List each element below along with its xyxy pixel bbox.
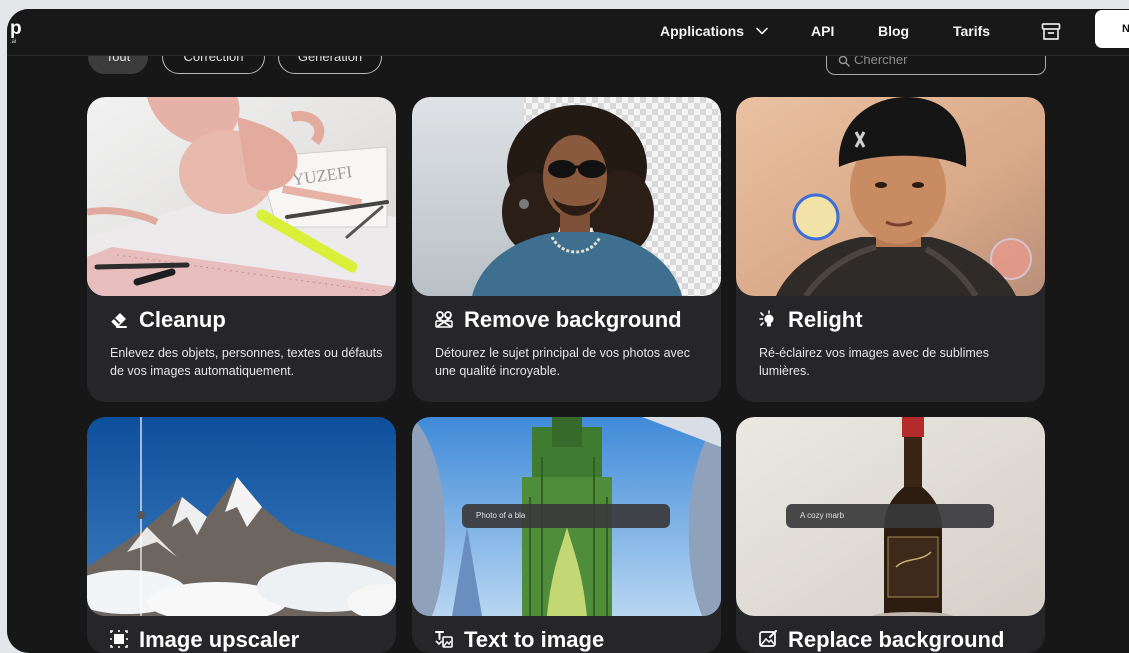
card-title-text: Cleanup — [139, 307, 226, 332]
text-to-image-icon — [435, 631, 453, 648]
card-title: Image upscaler — [109, 627, 299, 653]
card-title: Replace background — [758, 627, 1004, 653]
tool-card-relight[interactable]: Relight Ré-éclairez vos images avec de s… — [736, 97, 1045, 402]
upscale-icon — [110, 630, 128, 649]
relight-thumbnail — [736, 97, 1045, 296]
tool-card-text-to-image[interactable]: Photo of a bla Text to image — [412, 417, 721, 653]
card-description: Ré-éclairez vos images avec de sublimes … — [759, 346, 989, 378]
replace-background-thumbnail: A cozy marb — [736, 417, 1045, 616]
card-title: Text to image — [434, 627, 604, 653]
prompt-input-preview: Photo of a bla — [462, 504, 670, 528]
tool-card-image-upscaler[interactable]: Image upscaler — [87, 417, 396, 653]
top-navigation: p .ai Applications API Blog Tarifs N — [7, 9, 1129, 56]
archive-icon[interactable] — [1040, 21, 1062, 43]
prompt-input-preview: A cozy marb — [786, 504, 994, 528]
applications-label: Applications — [660, 23, 745, 39]
relight-bulb-icon — [759, 310, 774, 327]
card-description: Détourez le sujet principal de vos photo… — [435, 346, 691, 378]
card-title-text: Replace background — [788, 627, 1005, 652]
chevron-down-icon — [756, 27, 768, 35]
tarifs-link[interactable]: Tarifs — [953, 23, 990, 39]
card-title-text: Relight — [788, 307, 863, 332]
image-upscaler-thumbnail — [87, 417, 396, 616]
card-title-text: Text to image — [464, 627, 605, 652]
api-link[interactable]: API — [811, 23, 834, 39]
remove-background-icon — [435, 311, 453, 328]
blog-link[interactable]: Blog — [878, 23, 909, 39]
app-frame: p .ai Applications API Blog Tarifs N Tou… — [7, 9, 1129, 653]
signup-button[interactable]: N — [1095, 10, 1129, 48]
tool-card-remove-background[interactable]: Remove background Détourez le sujet prin… — [412, 97, 721, 402]
card-title-text: Remove background — [464, 307, 682, 332]
remove-background-thumbnail — [412, 97, 721, 296]
card-title: Relight — [758, 307, 863, 333]
eraser-icon — [111, 313, 127, 329]
tool-card-replace-background[interactable]: A cozy marb Replace background — [736, 417, 1045, 653]
replace-background-icon — [759, 630, 777, 648]
applications-menu[interactable]: Applications — [660, 23, 768, 39]
search-icon — [838, 55, 850, 67]
card-description: Enlevez des objets, personnes, textes ou… — [110, 346, 383, 378]
logo-subtext: .ai — [10, 39, 17, 45]
card-title-text: Image upscaler — [139, 627, 300, 652]
card-title: Cleanup — [109, 307, 226, 333]
logo-mark: p — [10, 18, 22, 39]
tool-card-cleanup[interactable]: YUZEFI Cleanup Enlevez des objets, perso… — [87, 97, 396, 402]
text-to-image-thumbnail: Photo of a bla — [412, 417, 721, 616]
card-title: Remove background — [434, 307, 682, 333]
logo[interactable]: p .ai — [10, 18, 26, 50]
cleanup-thumbnail: YUZEFI — [87, 97, 396, 296]
